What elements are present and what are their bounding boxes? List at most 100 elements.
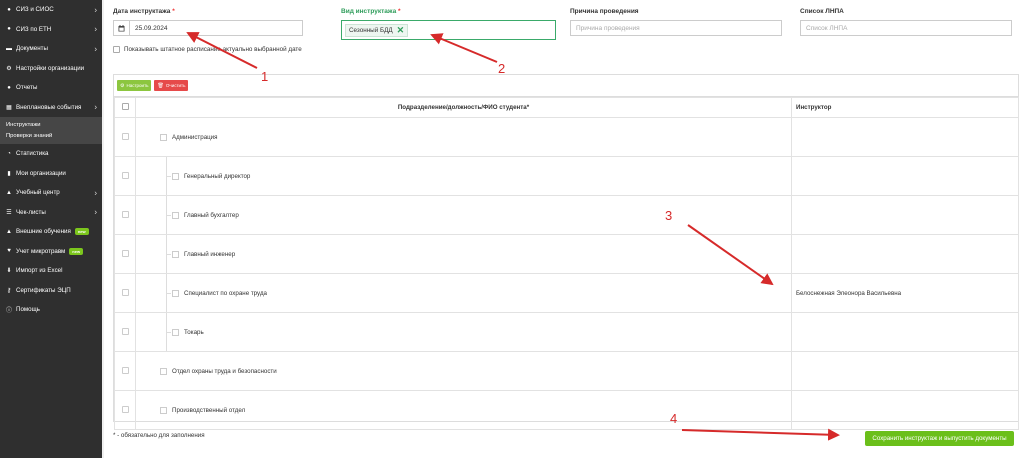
- sidebar-item[interactable]: ☰ Чек-листы ›: [0, 203, 102, 223]
- table-row[interactable]: Администрация: [114, 117, 1019, 157]
- sidebar-item-label: Учебный центр: [16, 189, 60, 197]
- show-staff-checkbox[interactable]: [113, 46, 120, 53]
- row-instructor-cell[interactable]: [791, 390, 1019, 430]
- sidebar-subitem[interactable]: Проверки знаний: [0, 131, 102, 143]
- sidebar-item[interactable]: ● Отчеты: [0, 78, 102, 98]
- sidebar-item-label: СИЗ и СИОС: [16, 6, 54, 14]
- configure-button[interactable]: ⚙ Настроить: [117, 80, 152, 91]
- header-name: Подразделение/должность/ФИО студента*: [135, 97, 792, 118]
- sidebar-item[interactable]: ▲ Внешние обучения new: [0, 222, 102, 242]
- row-instructor-cell[interactable]: [791, 351, 1019, 391]
- sidebar-item-label: Мои организации: [16, 169, 66, 177]
- row-instructor-cell[interactable]: [791, 234, 1019, 274]
- sidebar-item[interactable]: ▦ Внеплановые события ›: [0, 98, 102, 118]
- row-select-cell[interactable]: [114, 351, 136, 391]
- row-select-cell[interactable]: [114, 156, 136, 196]
- lnpa-input[interactable]: [800, 20, 1012, 36]
- row-select-cell[interactable]: [114, 234, 136, 274]
- row-checkbox[interactable]: [121, 132, 129, 140]
- node-checkbox[interactable]: [172, 211, 179, 219]
- row-instructor-cell[interactable]: Белоснежная Элеонора Васильевна: [791, 273, 1019, 313]
- sidebar-item[interactable]: ⓘ Помощь: [0, 300, 102, 320]
- sidebar-item[interactable]: ⚷ Сертификаты ЭЦП: [0, 281, 102, 301]
- row-checkbox[interactable]: [121, 405, 129, 413]
- tree-node: Токарь: [136, 313, 791, 351]
- table-row[interactable]: Главный бухгалтер: [114, 195, 1019, 235]
- sidebar-item-label: Внеплановые события: [16, 103, 82, 111]
- type-label: Вид инструктажа *: [341, 8, 401, 15]
- row-checkbox[interactable]: [121, 171, 129, 179]
- save-button[interactable]: Сохранить инструктаж и выпустить докумен…: [865, 431, 1014, 446]
- table-row[interactable]: Производственный отдел: [114, 390, 1019, 430]
- header-instructor: Инструктор: [791, 97, 1019, 118]
- sidebar-top-items: ● СИЗ и СИОС › ● СИЗ по ЕТН › ▬ Документы › ⚙ Наст…: [0, 0, 102, 117]
- row-checkbox[interactable]: [121, 366, 129, 374]
- row-select-cell[interactable]: [114, 117, 136, 157]
- sidebar-item-label: Отчеты: [16, 84, 38, 92]
- main-content: Дата инструктажа * Вид инструктажа * Сез…: [104, 0, 1024, 458]
- sidebar-item[interactable]: ▲ Учебный центр ›: [0, 183, 102, 203]
- date-label: Дата инструктажа *: [113, 8, 175, 15]
- type-tag[interactable]: Сезонный БДД ✕: [345, 23, 409, 37]
- row-select-cell[interactable]: [114, 273, 136, 313]
- tree-node: Администрация: [136, 118, 791, 156]
- sidebar-item[interactable]: ▮ Мои организации: [0, 164, 102, 184]
- close-icon[interactable]: ✕: [397, 25, 405, 35]
- node-checkbox[interactable]: [172, 289, 179, 297]
- calendar-icon[interactable]: [114, 21, 130, 35]
- clear-button[interactable]: 🗑 Очистить: [154, 80, 189, 91]
- show-staff-toggle[interactable]: Показывать штатное расписание актуально …: [113, 46, 302, 53]
- tree-connector: [166, 274, 167, 312]
- graduation-cap-icon: ▲: [6, 189, 12, 196]
- table-row[interactable]: Токарь: [114, 312, 1019, 352]
- select-all-checkbox[interactable]: [121, 103, 129, 110]
- row-instructor-cell[interactable]: [791, 156, 1019, 196]
- gear-icon: ⚙: [6, 65, 12, 72]
- node-checkbox[interactable]: [172, 172, 179, 180]
- row-instructor-cell[interactable]: [791, 312, 1019, 352]
- sidebar-item[interactable]: ◔ Статистика: [0, 144, 102, 164]
- graduation-cap-icon: ▲: [6, 228, 12, 235]
- node-checkbox[interactable]: [160, 406, 167, 414]
- required-mark: *: [398, 8, 401, 15]
- row-instructor-cell[interactable]: [791, 117, 1019, 157]
- row-checkbox[interactable]: [121, 210, 129, 218]
- row-select-cell[interactable]: [114, 312, 136, 352]
- sidebar-item[interactable]: ♥ Учет микротравм new: [0, 242, 102, 262]
- row-select-cell[interactable]: [114, 195, 136, 235]
- table-row[interactable]: Отдел охраны труда и безопасности: [114, 351, 1019, 391]
- table-row[interactable]: Специалист по охране труда Белоснежная Эл…: [114, 273, 1019, 313]
- sidebar-subitem[interactable]: Инструктажи: [0, 119, 102, 131]
- reason-input[interactable]: [570, 20, 782, 36]
- tree-node: Главный инженер: [136, 235, 791, 273]
- row-checkbox[interactable]: [121, 288, 129, 296]
- sidebar-item[interactable]: ● СИЗ по ЕТН ›: [0, 20, 102, 40]
- table-row[interactable]: Генеральный директор: [114, 156, 1019, 196]
- sidebar-item[interactable]: ● СИЗ и СИОС ›: [0, 0, 102, 20]
- type-tag-label: Сезонный БДД: [349, 26, 393, 34]
- heart-icon: ♥: [7, 248, 11, 255]
- table-row[interactable]: Главный инженер: [114, 234, 1019, 274]
- row-checkbox[interactable]: [121, 249, 129, 257]
- sidebar-item[interactable]: ▬ Документы ›: [0, 39, 102, 59]
- date-label-text: Дата инструктажа: [113, 8, 171, 15]
- header-select-all[interactable]: [114, 97, 136, 118]
- sidebar-item[interactable]: ⬇ Импорт из Excel: [0, 261, 102, 281]
- tree-connector: [166, 196, 167, 234]
- row-instructor-cell[interactable]: [791, 195, 1019, 235]
- node-checkbox[interactable]: [160, 133, 167, 141]
- row-name-label: Главный бухгалтер: [184, 211, 239, 219]
- node-checkbox[interactable]: [172, 328, 179, 336]
- dot-icon: ●: [7, 84, 11, 91]
- building-icon: ▮: [7, 170, 11, 177]
- tree-node: Отдел охраны труда и безопасности: [136, 352, 791, 390]
- node-checkbox[interactable]: [172, 250, 179, 258]
- row-select-cell[interactable]: [114, 390, 136, 430]
- sidebar-item[interactable]: ⚙ Настройки организации: [0, 59, 102, 79]
- node-checkbox[interactable]: [160, 367, 167, 375]
- row-checkbox[interactable]: [121, 327, 129, 335]
- type-select[interactable]: Сезонный БДД ✕: [341, 20, 556, 40]
- required-note: * - обязательно для заполнения: [113, 432, 205, 439]
- date-input[interactable]: [130, 21, 300, 35]
- trash-icon: 🗑: [157, 82, 164, 89]
